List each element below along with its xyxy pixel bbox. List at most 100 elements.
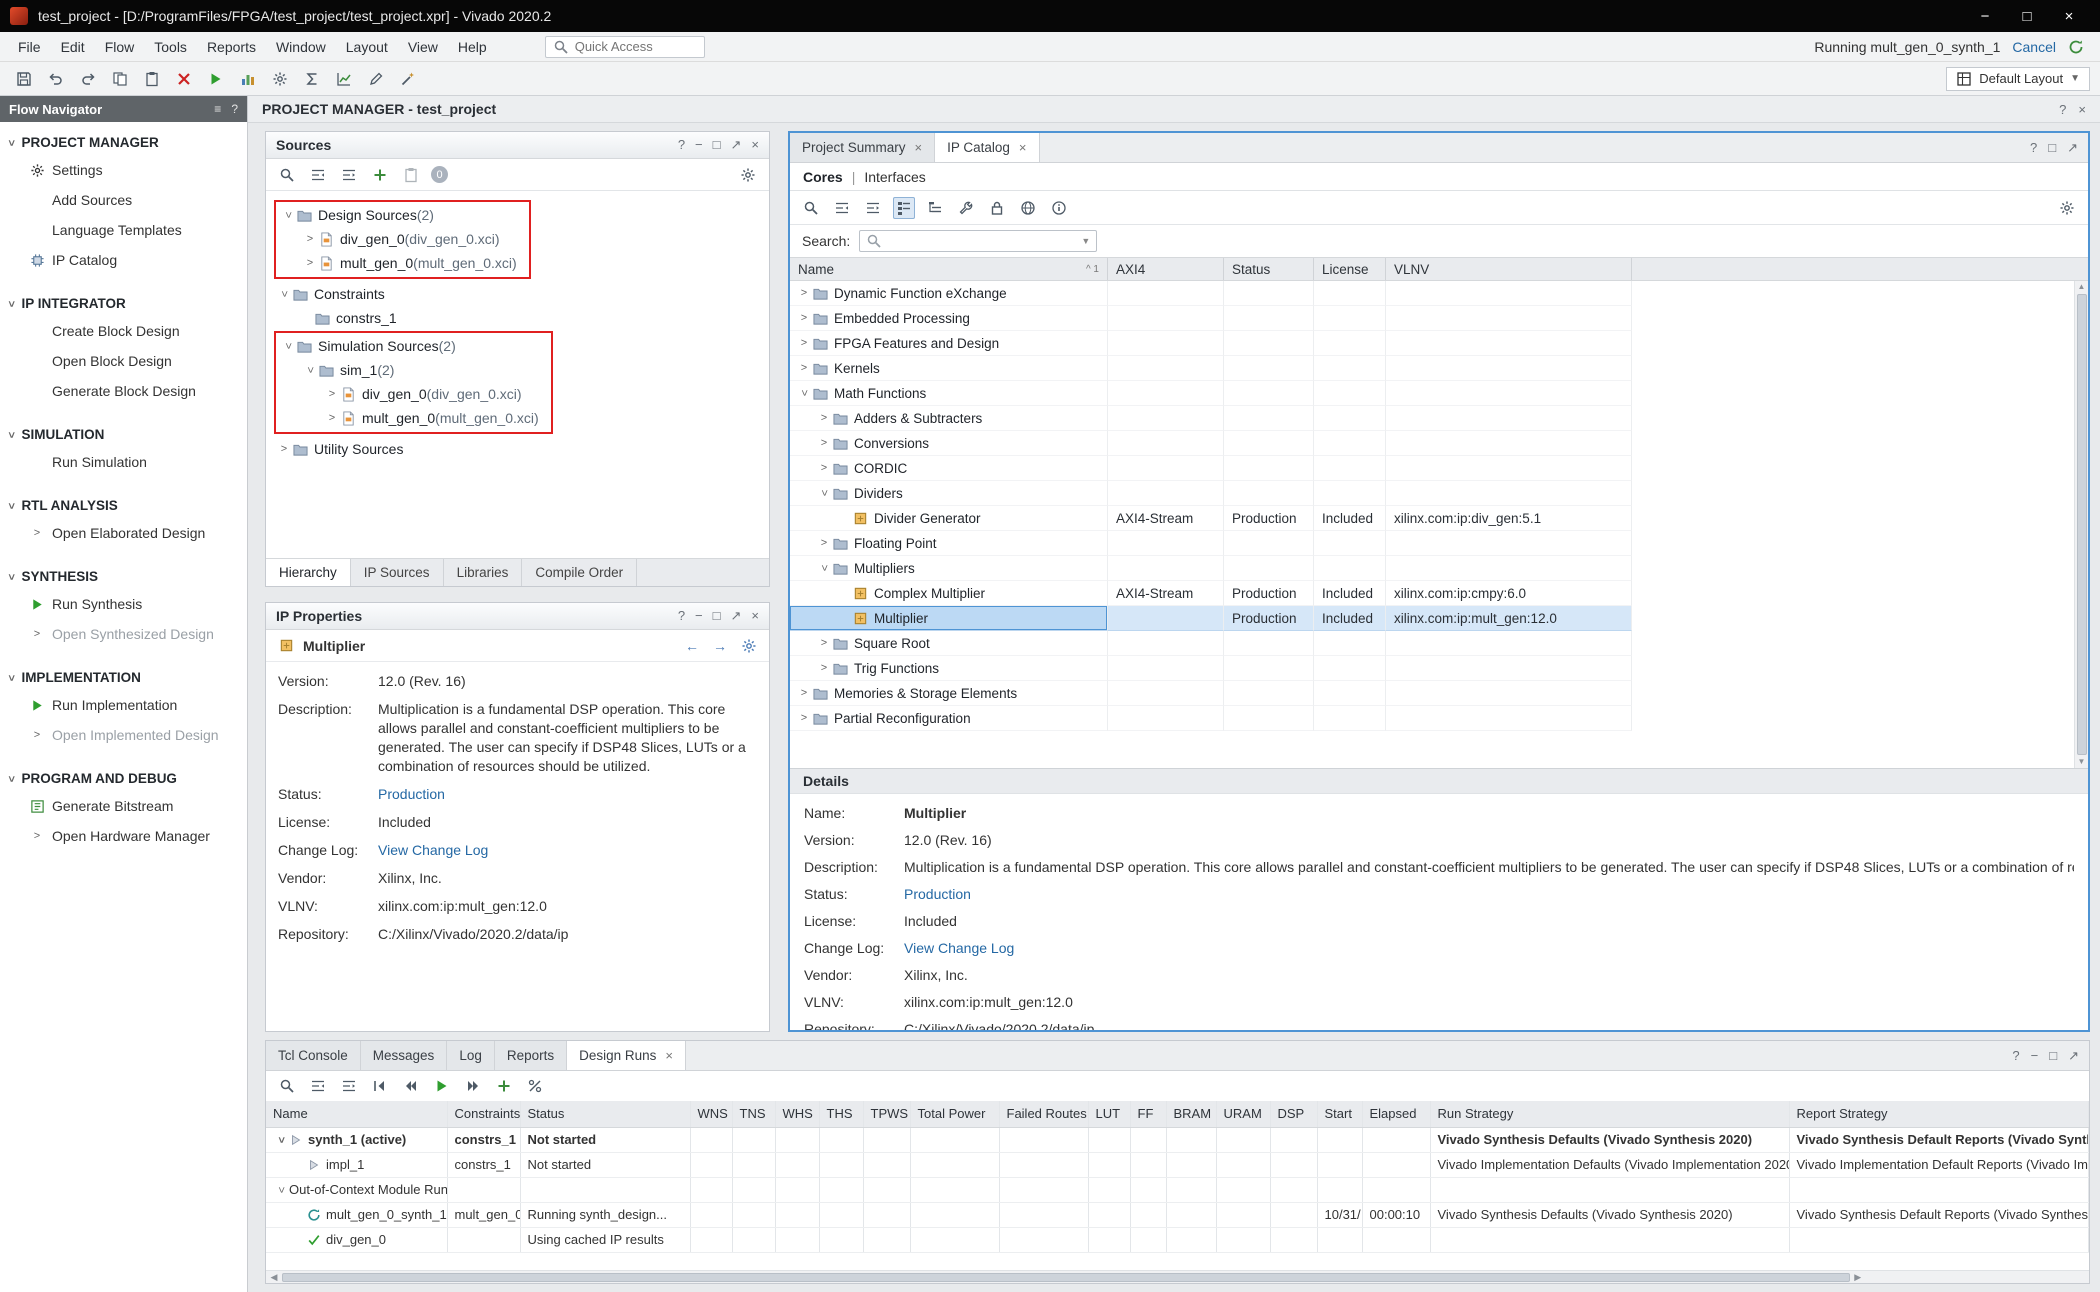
help-icon[interactable]: ? <box>2030 140 2037 155</box>
flow-item-open-block-design[interactable]: Open Block Design <box>0 346 247 376</box>
run-group-row[interactable]: >Out-of-Context Module Runs <box>266 1177 2089 1202</box>
chevron-right-icon[interactable]: > <box>302 257 318 269</box>
field-value[interactable]: View Change Log <box>904 939 2074 958</box>
ip-category-row[interactable]: >CORDIC <box>790 456 2074 481</box>
column-header-name[interactable]: Name^ 1 <box>790 258 1108 280</box>
design-run-row[interactable]: div_gen_0Using cached IP results <box>266 1227 2089 1252</box>
close-icon[interactable]: × <box>751 137 759 153</box>
float-icon[interactable]: □ <box>2048 140 2056 155</box>
column-header-tns[interactable]: TNS <box>732 1101 775 1127</box>
column-header-report-strategy[interactable]: Report Strategy <box>1789 1101 2089 1127</box>
help-icon[interactable]: ? <box>231 102 238 116</box>
subtab-cores[interactable]: Cores <box>803 169 843 185</box>
scroll-down-icon[interactable]: ▼ <box>2078 757 2086 767</box>
chevron-down-icon[interactable]: > <box>278 286 290 302</box>
expand-icon[interactable]: ↗ <box>731 608 742 624</box>
collapse-all-button[interactable] <box>307 164 329 186</box>
tab-design-runs[interactable]: Design Runs× <box>567 1041 686 1070</box>
window-close-button[interactable]: × <box>2048 0 2090 32</box>
chevron-down-icon[interactable]: > <box>282 207 294 223</box>
document-button[interactable] <box>400 164 422 186</box>
column-header-lut[interactable]: LUT <box>1088 1101 1130 1127</box>
tab-project-summary[interactable]: Project Summary× <box>790 133 935 162</box>
expand-icon[interactable]: ↗ <box>2068 1048 2079 1064</box>
chevron-down-icon[interactable]: > <box>818 485 830 501</box>
ip-category-row[interactable]: >Kernels <box>790 356 2074 381</box>
ip-category-row[interactable]: >Adders & Subtracters <box>790 406 2074 431</box>
collapse-all-button[interactable] <box>307 1075 329 1097</box>
flow-item-generate-block-design[interactable]: Generate Block Design <box>0 376 247 406</box>
flow-item-run-implementation[interactable]: Run Implementation <box>0 690 247 720</box>
design-run-row[interactable]: impl_1constrs_1Not startedVivado Impleme… <box>266 1152 2089 1177</box>
chevron-right-icon[interactable]: > <box>816 537 832 549</box>
sources-tab-ip-sources[interactable]: IP Sources <box>351 559 444 586</box>
source-tree-item[interactable]: >sim_1 (2) <box>276 358 539 382</box>
close-icon[interactable]: × <box>915 140 923 155</box>
flow-item-generate-bitstream[interactable]: Generate Bitstream <box>0 791 247 821</box>
search-button[interactable] <box>800 197 822 219</box>
menu-edit[interactable]: Edit <box>51 35 95 59</box>
flow-item-run-simulation[interactable]: Run Simulation <box>0 447 247 477</box>
lock-button[interactable] <box>986 197 1008 219</box>
chevron-right-icon[interactable]: > <box>276 443 292 455</box>
float-icon[interactable]: □ <box>713 137 721 153</box>
window-maximize-button[interactable]: □ <box>2006 0 2048 32</box>
ip-category-row[interactable]: >Floating Point <box>790 531 2074 556</box>
chevron-down-icon[interactable]: > <box>275 1182 287 1198</box>
cancel-link[interactable]: Cancel <box>2012 39 2056 55</box>
sources-tab-hierarchy[interactable]: Hierarchy <box>266 559 351 586</box>
flow-section-header[interactable]: >IMPLEMENTATION <box>0 665 247 690</box>
source-tree-item[interactable]: >mult_gen_0 (mult_gen_0.xci) <box>276 251 517 275</box>
minimize-icon[interactable]: − <box>695 137 703 153</box>
quick-access-search[interactable] <box>545 36 705 58</box>
chevron-down-icon[interactable]: > <box>798 385 810 401</box>
chevron-right-icon[interactable]: > <box>796 712 812 724</box>
run-button[interactable] <box>431 1075 453 1097</box>
scrollbar-thumb[interactable] <box>2077 294 2087 755</box>
expand-icon[interactable]: ↗ <box>731 137 742 153</box>
chevron-right-icon[interactable]: > <box>816 437 832 449</box>
chevron-right-icon[interactable]: > <box>816 662 832 674</box>
field-value[interactable]: Production <box>378 785 757 804</box>
settings-button[interactable] <box>266 66 293 92</box>
ip-category-row[interactable]: >Conversions <box>790 431 2074 456</box>
subtab-interfaces[interactable]: Interfaces <box>864 169 925 185</box>
flow-section-header[interactable]: >SIMULATION <box>0 422 247 447</box>
close-icon[interactable]: × <box>1019 140 1027 155</box>
window-minimize-button[interactable]: − <box>1964 0 2006 32</box>
tab-messages[interactable]: Messages <box>361 1041 448 1070</box>
menu-layout[interactable]: Layout <box>336 35 398 59</box>
source-tree-item[interactable]: >div_gen_0 (div_gen_0.xci) <box>276 227 517 251</box>
column-header-dsp[interactable]: DSP <box>1270 1101 1317 1127</box>
flat-view-button[interactable] <box>924 197 946 219</box>
menu-tools[interactable]: Tools <box>144 35 197 59</box>
quick-access-input[interactable] <box>575 39 697 54</box>
flow-item-settings[interactable]: Settings <box>0 155 247 185</box>
flow-item-open-hardware-manager[interactable]: >Open Hardware Manager <box>0 821 247 851</box>
help-icon[interactable]: ? <box>678 137 685 153</box>
redo-button[interactable] <box>74 66 101 92</box>
column-header-status[interactable]: Status <box>1224 258 1314 280</box>
chevron-right-icon[interactable]: > <box>796 287 812 299</box>
column-header-start[interactable]: Start <box>1317 1101 1362 1127</box>
column-header-uram[interactable]: URAM <box>1216 1101 1270 1127</box>
tab-reports[interactable]: Reports <box>495 1041 567 1070</box>
flow-section-header[interactable]: >IP INTEGRATOR <box>0 291 247 316</box>
forward-arrow-icon[interactable]: → <box>713 638 727 654</box>
sum-button[interactable] <box>298 66 325 92</box>
menu-file[interactable]: File <box>8 35 51 59</box>
source-tree-item[interactable]: >Design Sources (2) <box>276 203 517 227</box>
column-header-name[interactable]: Name <box>266 1101 447 1127</box>
settings-gear-button[interactable] <box>2056 197 2078 219</box>
chevron-right-icon[interactable]: > <box>796 362 812 374</box>
ip-category-row[interactable]: >Math Functions <box>790 381 2074 406</box>
flow-section-header[interactable]: >PROJECT MANAGER <box>0 130 247 155</box>
chevron-right-icon[interactable]: > <box>816 462 832 474</box>
ip-catalog-row[interactable]: Complex MultiplierAXI4-StreamProductionI… <box>790 581 2074 606</box>
menu-help[interactable]: Help <box>448 35 497 59</box>
help-icon[interactable]: ? <box>678 608 685 624</box>
column-header-bram[interactable]: BRAM <box>1166 1101 1216 1127</box>
chevron-right-icon[interactable]: > <box>816 412 832 424</box>
column-header-constraints[interactable]: Constraints <box>447 1101 520 1127</box>
source-tree-item[interactable]: >div_gen_0 (div_gen_0.xci) <box>276 382 539 406</box>
